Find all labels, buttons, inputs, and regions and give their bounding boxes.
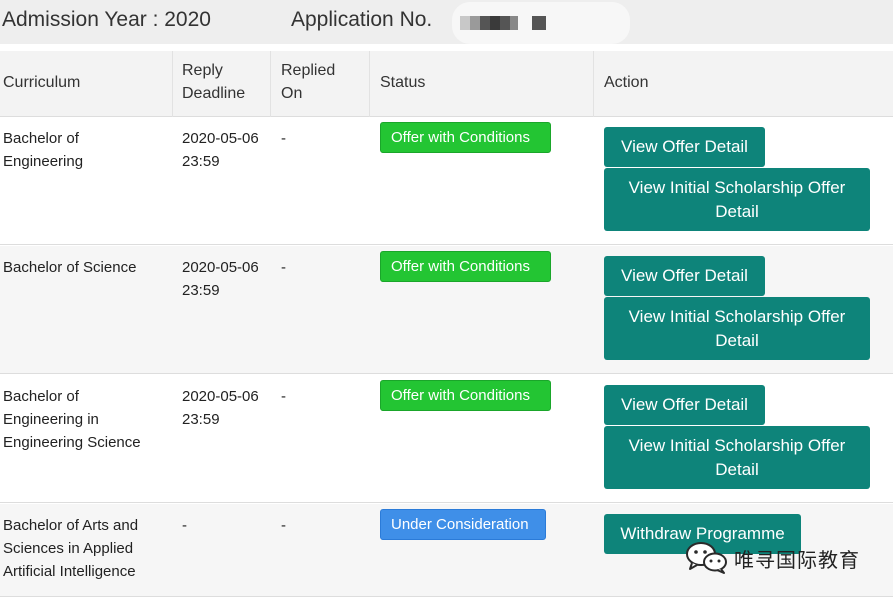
reply-deadline-cell: 2020-05-06 23:59	[182, 388, 259, 428]
curriculum-cell: Bachelor of Engineering in Engineering S…	[3, 388, 141, 451]
column-divider	[270, 51, 271, 117]
redaction-block	[490, 16, 500, 30]
reply-deadline-cell: 2020-05-06 23:59	[182, 130, 259, 170]
replied-on-cell: -	[281, 388, 286, 405]
view-scholarship-offer-button[interactable]: View Initial Scholarship Offer Detail	[604, 168, 870, 231]
status-badge: Under Consideration	[380, 509, 546, 540]
view-offer-detail-button[interactable]: View Offer Detail	[604, 127, 765, 167]
status-badge: Offer with Conditions	[380, 251, 551, 282]
admission-year: Admission Year : 2020	[2, 8, 211, 31]
view-scholarship-offer-button[interactable]: View Initial Scholarship Offer Detail	[604, 297, 870, 360]
redaction-block	[480, 16, 490, 30]
redacted-application-number	[452, 2, 630, 44]
column-divider	[172, 51, 173, 117]
column-divider	[369, 51, 370, 117]
column-header-replied-on: Replied On	[281, 62, 336, 102]
reply-deadline-cell: -	[182, 517, 187, 534]
curriculum-cell: Bachelor of Science	[3, 259, 137, 276]
status-badge: Offer with Conditions	[380, 122, 551, 153]
curriculum-cell: Bachelor of Arts and Sciences in Applied…	[3, 517, 139, 580]
curriculum-cell: Bachelor of Engineering	[3, 130, 84, 170]
redaction-block	[532, 16, 546, 30]
application-number-label: Application No.	[291, 8, 433, 31]
view-offer-detail-button[interactable]: View Offer Detail	[604, 385, 765, 425]
replied-on-cell: -	[281, 130, 286, 147]
wechat-logo-icon	[686, 542, 727, 574]
column-divider	[593, 51, 594, 117]
table-row: Bachelor of Engineering 2020-05-06 23:59…	[0, 117, 893, 245]
table-row: Bachelor of Science 2020-05-06 23:59 - O…	[0, 246, 893, 374]
column-header-reply-deadline: Reply Deadline	[182, 62, 246, 102]
replied-on-cell: -	[281, 517, 286, 534]
application-header: Admission Year : 2020 Application No.	[0, 0, 893, 44]
table-header: Curriculum Reply Deadline Replied On Sta…	[0, 51, 893, 117]
reply-deadline-cell: 2020-05-06 23:59	[182, 259, 259, 299]
watermark-text: 唯寻国际教育	[734, 548, 860, 572]
redaction-block	[470, 16, 480, 30]
column-header-action: Action	[604, 74, 649, 91]
column-header-curriculum: Curriculum	[3, 74, 81, 91]
column-header-status: Status	[380, 74, 426, 91]
replied-on-cell: -	[281, 259, 286, 276]
redaction-block	[500, 16, 510, 30]
table-row: Bachelor of Engineering in Engineering S…	[0, 375, 893, 503]
redaction-block	[460, 16, 470, 30]
view-scholarship-offer-button[interactable]: View Initial Scholarship Offer Detail	[604, 426, 870, 489]
status-badge: Offer with Conditions	[380, 380, 551, 411]
redaction-block	[510, 16, 518, 30]
view-offer-detail-button[interactable]: View Offer Detail	[604, 256, 765, 296]
